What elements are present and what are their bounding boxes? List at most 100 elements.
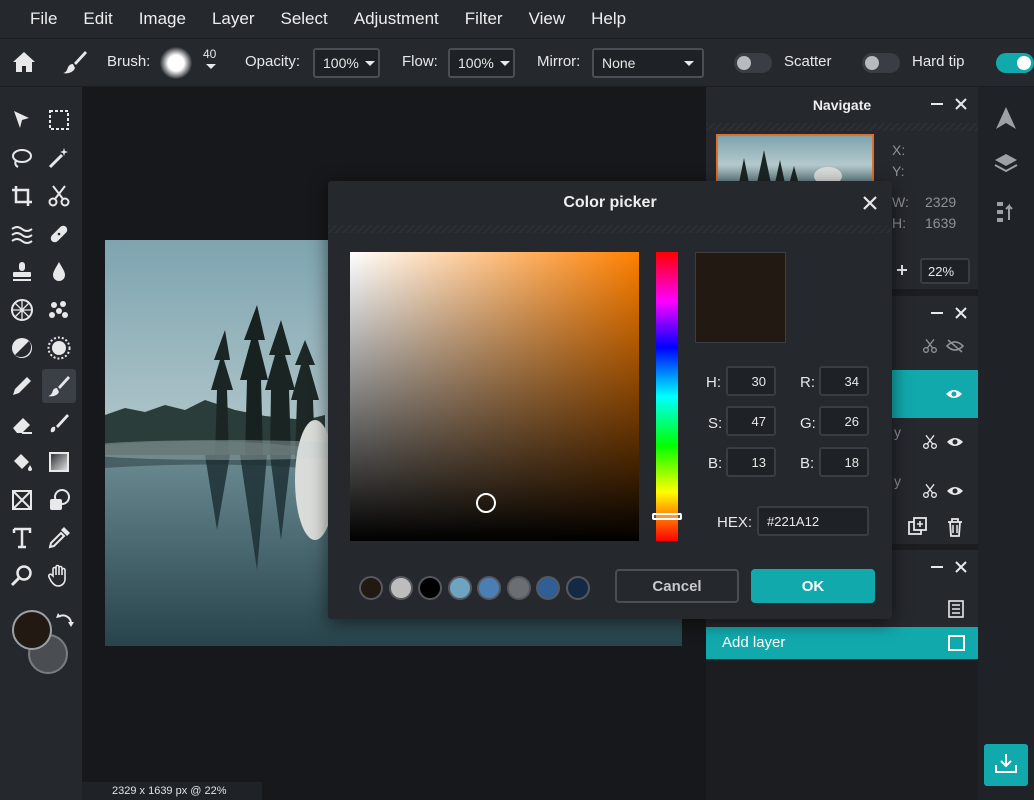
paint-bucket-icon[interactable] — [5, 445, 39, 479]
color-swatch[interactable] — [536, 576, 560, 600]
menu-view[interactable]: View — [529, 9, 566, 29]
history-list-icon[interactable] — [948, 600, 964, 623]
stamp-icon[interactable] — [5, 255, 39, 289]
scissors-icon[interactable] — [922, 338, 938, 359]
navigate-title: Navigate — [812, 97, 872, 113]
eye-off-icon[interactable] — [945, 339, 965, 358]
color-swatch[interactable] — [418, 576, 442, 600]
duplicate-layer-icon[interactable] — [908, 517, 928, 542]
hue-slider-handle[interactable] — [652, 512, 682, 520]
opacity-value: 100% — [323, 55, 359, 71]
swap-colors-icon[interactable] — [56, 612, 74, 637]
shape-icon[interactable] — [42, 483, 76, 517]
s-field[interactable]: 47 — [726, 406, 776, 436]
close-icon[interactable] — [862, 195, 878, 211]
gradient-icon[interactable] — [42, 445, 76, 479]
lasso-tool-icon[interactable] — [5, 141, 39, 175]
move-tool-icon[interactable] — [5, 103, 39, 137]
menu-bar: File Edit Image Layer Select Adjustment … — [0, 0, 1034, 38]
sponge-icon[interactable] — [5, 293, 39, 327]
eye-icon[interactable] — [946, 484, 964, 503]
smudge-icon[interactable] — [42, 407, 76, 441]
history-item-add-layer[interactable]: Add layer — [706, 627, 978, 659]
menu-image[interactable]: Image — [139, 9, 186, 29]
dodge-icon[interactable] — [5, 331, 39, 365]
eyedropper-icon[interactable] — [42, 521, 76, 555]
hand-icon[interactable] — [42, 559, 76, 593]
primary-color-swatch[interactable] — [12, 610, 52, 650]
s-label: S: — [708, 415, 723, 432]
zoom-icon[interactable] — [5, 559, 39, 593]
bandage-icon[interactable] — [42, 217, 76, 251]
minimize-icon[interactable] — [930, 97, 944, 114]
eraser-icon[interactable] — [5, 407, 39, 441]
navigator-thumbnail[interactable] — [716, 134, 874, 186]
scissors-icon[interactable] — [42, 179, 76, 213]
hue-slider[interactable] — [652, 252, 682, 541]
cancel-button[interactable]: Cancel — [615, 569, 739, 603]
export-button[interactable] — [984, 744, 1028, 786]
close-icon[interactable] — [954, 306, 968, 323]
close-icon[interactable] — [954, 97, 968, 114]
brush-preview[interactable] — [160, 47, 192, 79]
color-swatch[interactable] — [388, 576, 413, 600]
color-swatch[interactable] — [447, 576, 472, 600]
menu-filter[interactable]: Filter — [465, 9, 503, 29]
hard-tip-toggle[interactable] — [862, 53, 900, 73]
scatter-label: Scatter — [784, 53, 832, 70]
dots-cluster-icon[interactable] — [42, 293, 76, 327]
brush-size-value[interactable]: 40 — [203, 47, 216, 61]
marquee-tool-icon[interactable] — [42, 103, 76, 137]
zoom-in-icon[interactable] — [896, 263, 908, 281]
history-icon[interactable] — [996, 200, 1018, 229]
history-item-label: Add layer — [722, 634, 786, 651]
frame-box-icon[interactable] — [5, 483, 39, 517]
blue-field[interactable]: 18 — [819, 447, 869, 477]
flow-select[interactable]: 100% — [448, 48, 515, 78]
crop-tool-icon[interactable] — [5, 179, 39, 213]
r-field[interactable]: 34 — [819, 366, 869, 396]
color-cursor[interactable] — [475, 493, 496, 514]
brush-icon[interactable] — [42, 369, 76, 403]
magic-wand-icon[interactable] — [42, 141, 76, 175]
menu-help[interactable]: Help — [591, 9, 626, 29]
flow-label: Flow: — [402, 53, 438, 70]
delete-layer-icon[interactable] — [946, 517, 964, 542]
menu-select[interactable]: Select — [280, 9, 327, 29]
opacity-select[interactable]: 100% — [313, 48, 380, 78]
color-swatch[interactable] — [477, 576, 501, 600]
eye-icon[interactable] — [946, 435, 964, 454]
color-swatch[interactable] — [565, 576, 590, 600]
g-field[interactable]: 26 — [819, 406, 869, 436]
blur-drop-icon[interactable] — [42, 255, 76, 289]
scatter-toggle[interactable] — [734, 53, 772, 73]
saturation-brightness-area[interactable] — [350, 252, 639, 541]
menu-adjustment[interactable]: Adjustment — [354, 9, 439, 29]
scissors-icon[interactable] — [922, 434, 938, 455]
menu-file[interactable]: File — [30, 9, 57, 29]
brush-size-caret-icon[interactable] — [206, 64, 216, 69]
b-field[interactable]: 13 — [726, 447, 776, 477]
color-swatch[interactable] — [506, 576, 531, 600]
h-field[interactable]: 30 — [726, 366, 776, 396]
menu-layer[interactable]: Layer — [212, 9, 255, 29]
layers-icon[interactable] — [994, 153, 1018, 180]
hex-field[interactable]: #221A12 — [757, 506, 869, 536]
color-swatch[interactable] — [359, 576, 383, 600]
liquify-waves-icon[interactable] — [5, 217, 39, 251]
ok-button[interactable]: OK — [751, 569, 875, 603]
burn-sun-icon[interactable] — [42, 331, 76, 365]
zoom-field[interactable]: 22% — [920, 258, 970, 284]
mirror-select[interactable]: None — [592, 48, 704, 78]
home-icon[interactable] — [12, 51, 36, 77]
minimize-icon[interactable] — [930, 560, 944, 577]
minimize-icon[interactable] — [930, 306, 944, 323]
menu-edit[interactable]: Edit — [83, 9, 112, 29]
close-icon[interactable] — [954, 560, 968, 577]
scissors-icon[interactable] — [922, 483, 938, 504]
navigate-icon[interactable] — [995, 106, 1017, 135]
pencil-icon[interactable] — [5, 369, 39, 403]
eye-icon[interactable] — [945, 387, 963, 406]
extra-toggle[interactable] — [996, 53, 1034, 73]
text-tool-icon[interactable] — [5, 521, 39, 555]
